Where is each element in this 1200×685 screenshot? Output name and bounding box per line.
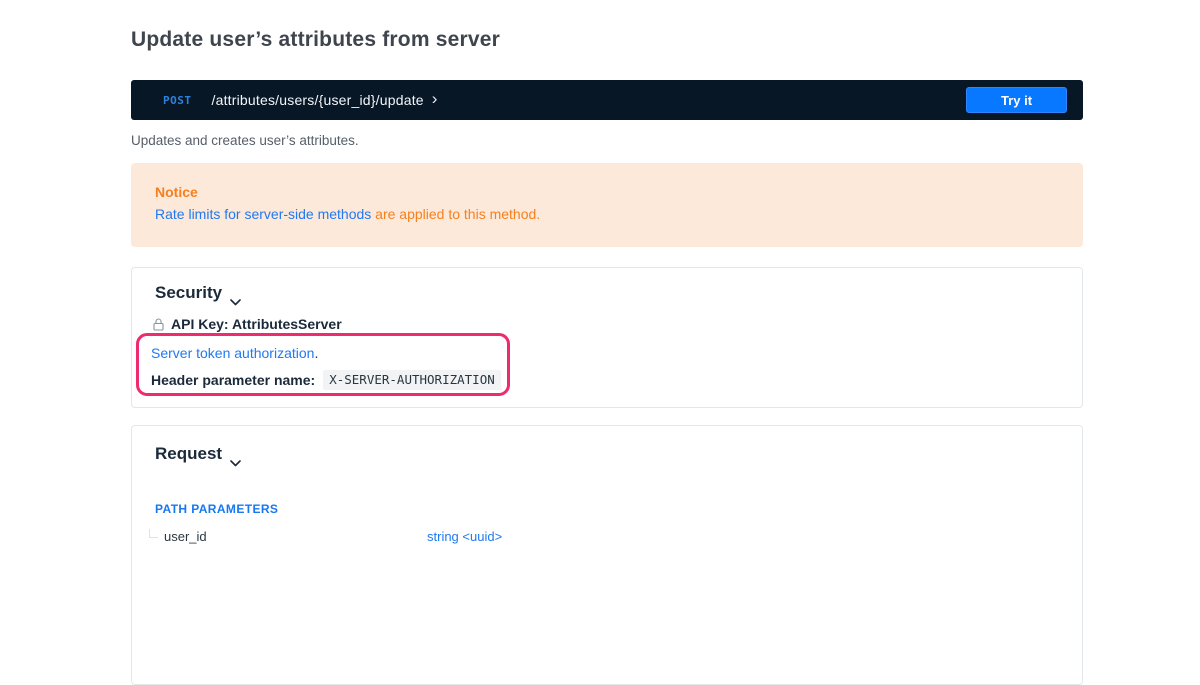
lock-icon (153, 318, 164, 331)
request-heading-label: Request (155, 444, 222, 464)
http-method-badge: POST (163, 94, 192, 107)
param-name: user_id (149, 529, 427, 544)
server-token-authorization-link[interactable]: Server token authorization (151, 345, 314, 361)
path-parameters-label: PATH PARAMETERS (155, 502, 278, 516)
chevron-down-icon (230, 291, 241, 298)
param-type: string <uuid> (427, 529, 502, 544)
api-key-label: API Key: AttributesServer (171, 316, 342, 332)
page-title: Update user’s attributes from server (131, 28, 500, 52)
security-section-header[interactable]: Security (155, 283, 241, 303)
endpoint-bar[interactable]: POST /attributes/users/{user_id}/update … (131, 80, 1083, 120)
header-parameter-label: Header parameter name: (151, 372, 315, 388)
api-key-line: API Key: AttributesServer (153, 316, 342, 332)
try-it-button[interactable]: Try it (966, 87, 1067, 113)
param-name-label: user_id (164, 529, 207, 544)
chevron-down-icon (230, 452, 241, 459)
api-doc-content: Update user’s attributes from server POS… (131, 0, 1083, 543)
auth-period: . (314, 345, 318, 361)
notice-title: Notice (155, 184, 1059, 200)
chevron-right-icon: › (432, 92, 438, 106)
request-section-header[interactable]: Request (155, 444, 241, 464)
notice-callout: Notice Rate limits for server-side metho… (131, 163, 1083, 247)
endpoint-description: Updates and creates user’s attributes. (131, 133, 359, 148)
table-row: user_id string <uuid> (149, 529, 1049, 544)
endpoint-path: /attributes/users/{user_id}/update (212, 92, 424, 108)
notice-body-text: are applied to this method. (371, 206, 540, 222)
security-heading-label: Security (155, 283, 222, 303)
notice-body: Rate limits for server-side methods are … (155, 206, 1059, 222)
request-section-card: Request PATH PARAMETERS user_id string <… (131, 425, 1083, 685)
header-parameter-value: X-SERVER-AUTHORIZATION (323, 370, 501, 390)
auth-line: Server token authorization. (151, 345, 318, 361)
header-parameter-line: Header parameter name: X-SERVER-AUTHORIZ… (151, 370, 501, 390)
security-section-card: Security API Key: AttributesServer Serve… (131, 267, 1083, 408)
rate-limits-link[interactable]: Rate limits for server-side methods (155, 206, 371, 222)
tree-connector (149, 529, 158, 538)
